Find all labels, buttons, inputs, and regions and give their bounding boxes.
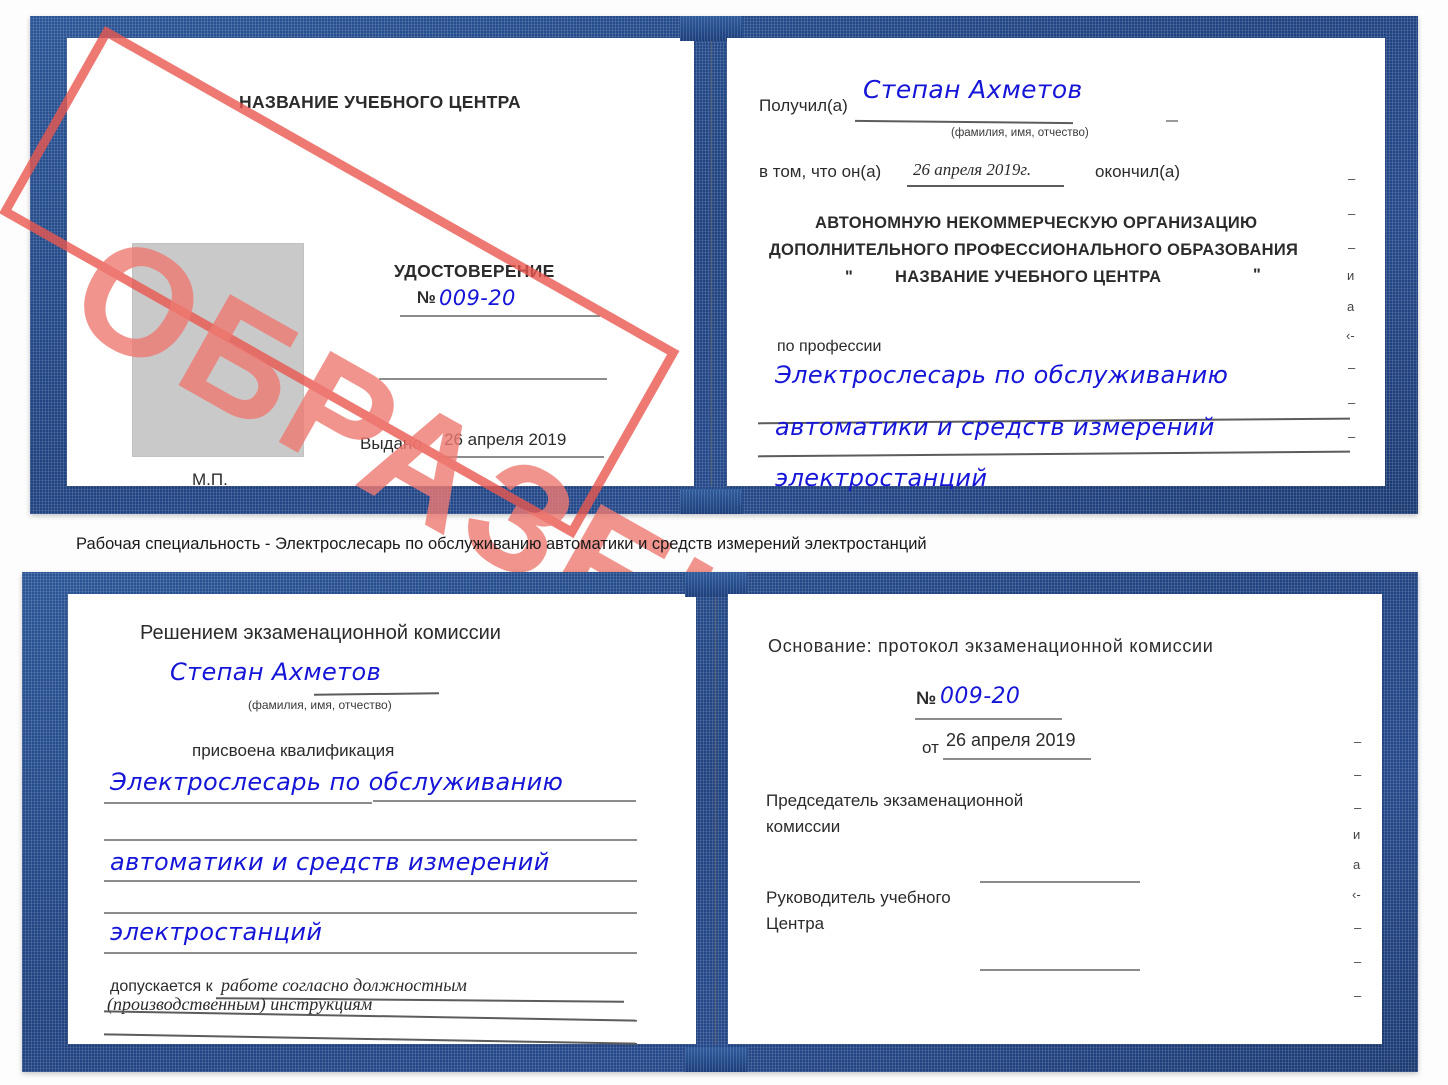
certificate-top-cover: НАЗВАНИЕ УЧЕБНОГО ЦЕНТРА УДОСТОВЕРЕНИЕ №… — [0, 16, 1418, 729]
bottom-left-q-rule2 — [104, 839, 637, 841]
top-right-profession-label: по профессии — [777, 338, 882, 355]
bottom-right-date-label: от — [922, 738, 939, 757]
certificate-bottom-gutter — [714, 594, 717, 1044]
bottom-right-number-rule — [915, 718, 1062, 720]
bottom-right-chairman-sign-rule — [980, 881, 1140, 883]
certificate-bottom-left-page: Решением экзаменационной комиссии Степан… — [68, 594, 696, 1045]
top-right-fio-hint: (фамилия, имя, отчество) — [951, 127, 1089, 139]
edge-fragment: ‹- — [1352, 887, 1361, 902]
top-right-org-name: НАЗВАНИЕ УЧЕБНОГО ЦЕНТРА — [895, 268, 1162, 286]
certificate-bottom-right-page: Основание: протокол экзаменационной коми… — [728, 594, 1382, 1044]
bottom-left-fio-hint: (фамилия, имя, отчество) — [248, 698, 392, 712]
edge-fragment: – — [1348, 171, 1356, 186]
top-left-issued-rule — [439, 456, 604, 458]
bottom-left-q-rule1b — [373, 800, 636, 802]
edge-fragment: – — [1354, 988, 1362, 1003]
top-right-org-quote-close: " — [1253, 266, 1262, 284]
bottom-left-name-value: Степан Ахметов — [170, 658, 382, 686]
top-right-completion-rule — [907, 185, 1064, 187]
bottom-left-q-rule5 — [104, 952, 637, 954]
top-left-blank-rule — [379, 378, 607, 380]
image-caption: Рабочая специальность - Электрослесарь п… — [76, 535, 927, 553]
edge-fragment: – — [1348, 395, 1356, 410]
edge-fragment: – — [1354, 767, 1362, 782]
top-right-org-line2: ДОПОЛНИТЕЛЬНОГО ПРОФЕССИОНАЛЬНОГО ОБРАЗО… — [769, 241, 1299, 259]
bottom-right-number-label: № — [916, 688, 937, 708]
edge-fragment: и — [1353, 827, 1361, 842]
top-right-finished-label: окончил(а) — [1095, 162, 1180, 181]
bottom-left-qualification-line3: электростанций — [110, 918, 323, 946]
top-left-center-name: НАЗВАНИЕ УЧЕБНОГО ЦЕНТРА — [239, 92, 521, 112]
edge-fragment: и — [1347, 268, 1355, 283]
bottom-left-q-rule1 — [104, 802, 372, 804]
top-right-profession-line1: Электрослесарь по обслуживанию — [775, 361, 1229, 389]
bottom-right-chairman-line1: Председатель экзаменационной — [766, 791, 1024, 810]
top-left-number-label: № — [417, 288, 436, 307]
top-right-org-quote-open: " — [845, 268, 854, 286]
bottom-left-allowed-line1: работе согласно должностным — [221, 975, 467, 995]
bottom-right-head-sign-rule — [980, 969, 1140, 971]
top-right-org-line1: АВТОНОМНУЮ НЕКОММЕРЧЕСКУЮ ОРГАНИЗАЦИЮ — [815, 214, 1258, 232]
certificate-top-right-page: Получил(а) Степан Ахметов (фамилия, имя,… — [727, 38, 1385, 492]
edge-fragment: – — [1354, 734, 1362, 749]
bottom-left-allowed-rule3 — [104, 1033, 637, 1045]
top-left-number-value: 009-20 — [439, 286, 516, 310]
certificate-bottom-cover: Решением экзаменационной комиссии Степан… — [22, 572, 1418, 1072]
edge-fragment: – — [1354, 954, 1362, 969]
bottom-left-q-rule3 — [104, 880, 637, 882]
bottom-right-head-line1: Руководитель учебного — [766, 888, 951, 907]
bottom-right-basis-label: Основание: протокол экзаменационной коми… — [768, 636, 1214, 656]
bottom-right-chairman-line2: комиссии — [766, 817, 841, 836]
top-right-received-value: Степан Ахметов — [863, 75, 1083, 104]
bottom-left-q-rule4 — [104, 912, 637, 914]
top-left-number-rule — [400, 315, 600, 317]
top-right-profession-line3: электростанций — [775, 464, 988, 492]
top-right-name-rule — [854, 119, 1074, 124]
top-left-title: УДОСТОВЕРЕНИЕ — [394, 261, 555, 281]
certificate-top-left-page: НАЗВАНИЕ УЧЕБНОГО ЦЕНТРА УДОСТОВЕРЕНИЕ №… — [67, 38, 694, 489]
certificate-top-spine-tab-lower — [680, 489, 742, 514]
top-left-issued-value: 26 апреля 2019 — [444, 430, 567, 449]
edge-fragment: – — [1348, 240, 1356, 255]
edge-fragment: а — [1353, 857, 1361, 872]
top-right-received-label: Получил(а) — [759, 96, 848, 115]
bottom-right-head-line2: Центра — [766, 914, 825, 933]
top-left-issued-label: Выдано — [360, 434, 422, 453]
certificate-top-gutter — [710, 38, 713, 486]
edge-fragment: – — [1354, 920, 1362, 935]
edge-fragment: – — [1354, 800, 1362, 815]
bottom-right-date-rule — [943, 758, 1091, 760]
photo-placeholder — [132, 243, 304, 457]
top-right-inthat-label: в том, что он(а) — [759, 162, 882, 181]
edge-fragment: – — [1348, 429, 1356, 444]
edge-fragment: ‹- — [1346, 328, 1355, 343]
screenshot-root: НАЗВАНИЕ УЧЕБНОГО ЦЕНТРА УДОСТОВЕРЕНИЕ №… — [0, 0, 1448, 1085]
bottom-left-qualification-label: присвоена квалификация — [192, 741, 395, 760]
edge-fragment: – — [1348, 206, 1356, 221]
edge-fragment: а — [1347, 299, 1355, 314]
bottom-left-qualification-line2: автоматики и средств измерений — [110, 848, 550, 876]
bottom-right-date-value: 26 апреля 2019 — [946, 730, 1076, 750]
top-right-profession-rule2 — [758, 450, 1350, 457]
bottom-left-name-rule — [313, 692, 440, 696]
bottom-left-qualification-line1: Электрослесарь по обслуживанию — [110, 768, 564, 796]
top-left-seal-label: М.П. — [192, 470, 228, 489]
edge-fragment: – — [1348, 360, 1356, 375]
top-right-completion-date: 26 апреля 2019г. — [913, 160, 1032, 179]
certificate-bottom-spine-tab-lower — [685, 1047, 747, 1072]
top-right-dash-after-name — [1166, 120, 1178, 122]
top-right-profession-line2: автоматики и средств измерений — [775, 413, 1215, 441]
bottom-right-number-value: 009-20 — [940, 684, 1021, 709]
bottom-left-heading: Решением экзаменационной комиссии — [140, 622, 501, 644]
